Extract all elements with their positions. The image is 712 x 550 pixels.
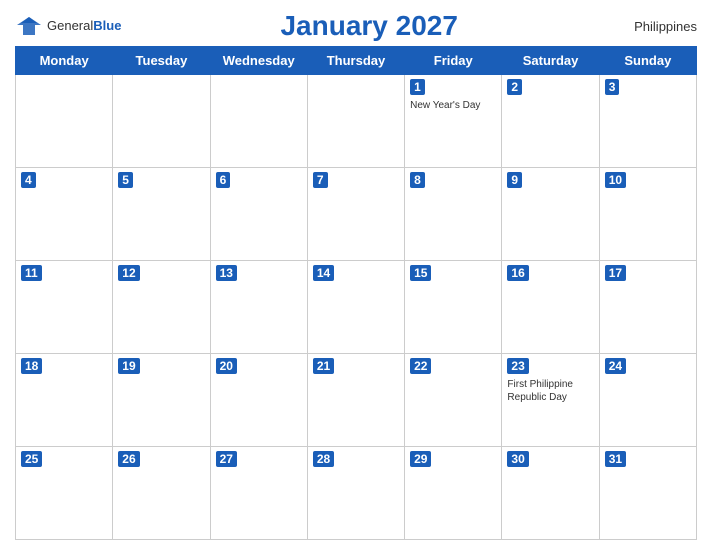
week-row-2: 4 5 6 7 8 9 10 [16,168,697,261]
calendar-cell: 4 [16,168,113,261]
week-row-4: 18 19 20 21 22 23 First Philippine Republic Da… [16,354,697,447]
holiday-name: First Philippine Republic Day [507,378,593,404]
calendar-cell: 30 [502,447,599,540]
calendar-cell: 26 [113,447,210,540]
day-number: 9 [507,172,522,188]
calendar-cell: 15 [405,261,502,354]
day-number: 16 [507,265,528,281]
calendar-cell: 27 [210,447,307,540]
calendar-cell: 24 [599,354,696,447]
logo-blue: Blue [93,18,121,33]
day-number: 31 [605,451,626,467]
day-number: 23 [507,358,528,374]
week-row-1: 1 New Year's Day 2 3 [16,75,697,168]
day-number: 30 [507,451,528,467]
weekday-header-wednesday: Wednesday [210,47,307,75]
holiday-name: New Year's Day [410,99,496,112]
day-number: 5 [118,172,133,188]
weekday-header-thursday: Thursday [307,47,404,75]
day-number: 13 [216,265,237,281]
day-number: 10 [605,172,626,188]
calendar-cell: 29 [405,447,502,540]
weekday-header-friday: Friday [405,47,502,75]
logo: GeneralBlue [15,15,121,37]
day-number: 18 [21,358,42,374]
calendar-cell: 13 [210,261,307,354]
day-number: 28 [313,451,334,467]
calendar-cell: 19 [113,354,210,447]
day-number: 25 [21,451,42,467]
day-number: 17 [605,265,626,281]
calendar-cell: 10 [599,168,696,261]
calendar-cell: 7 [307,168,404,261]
day-number: 27 [216,451,237,467]
week-row-3: 11 12 13 14 15 16 17 [16,261,697,354]
calendar-cell [113,75,210,168]
weekday-header-sunday: Sunday [599,47,696,75]
day-number: 1 [410,79,425,95]
calendar-cell: 21 [307,354,404,447]
day-number: 12 [118,265,139,281]
day-number: 11 [21,265,42,281]
day-number: 8 [410,172,425,188]
day-number: 26 [118,451,139,467]
calendar-cell: 1 New Year's Day [405,75,502,168]
country-label: Philippines [617,19,697,34]
calendar-cell: 9 [502,168,599,261]
weekday-header-row: MondayTuesdayWednesdayThursdayFridaySatu… [16,47,697,75]
calendar-table: MondayTuesdayWednesdayThursdayFridaySatu… [15,46,697,540]
day-number: 4 [21,172,36,188]
calendar-cell [16,75,113,168]
weekday-header-monday: Monday [16,47,113,75]
day-number: 19 [118,358,139,374]
calendar-cell [210,75,307,168]
logo-bird-icon [15,15,43,37]
weekday-header-tuesday: Tuesday [113,47,210,75]
calendar-title: January 2027 [121,10,617,42]
calendar-cell: 5 [113,168,210,261]
day-number: 14 [313,265,334,281]
calendar-cell: 25 [16,447,113,540]
day-number: 21 [313,358,334,374]
day-number: 24 [605,358,626,374]
calendar-cell: 2 [502,75,599,168]
calendar-cell: 28 [307,447,404,540]
calendar-header: GeneralBlue January 2027 Philippines [15,10,697,42]
calendar-cell: 3 [599,75,696,168]
day-number: 15 [410,265,431,281]
calendar-cell: 12 [113,261,210,354]
day-number: 3 [605,79,620,95]
calendar-cell: 11 [16,261,113,354]
logo-text: GeneralBlue [47,17,121,35]
day-number: 6 [216,172,231,188]
day-number: 2 [507,79,522,95]
week-row-5: 25 26 27 28 29 30 31 [16,447,697,540]
calendar-cell: 22 [405,354,502,447]
weekday-header-saturday: Saturday [502,47,599,75]
calendar-cell: 31 [599,447,696,540]
day-number: 7 [313,172,328,188]
calendar-cell [307,75,404,168]
calendar-cell: 20 [210,354,307,447]
logo-general: General [47,18,93,33]
calendar-cell: 17 [599,261,696,354]
calendar-cell: 18 [16,354,113,447]
calendar-cell: 23 First Philippine Republic Day [502,354,599,447]
calendar-cell: 8 [405,168,502,261]
day-number: 20 [216,358,237,374]
day-number: 22 [410,358,431,374]
calendar-cell: 14 [307,261,404,354]
calendar-cell: 16 [502,261,599,354]
day-number: 29 [410,451,431,467]
calendar-cell: 6 [210,168,307,261]
